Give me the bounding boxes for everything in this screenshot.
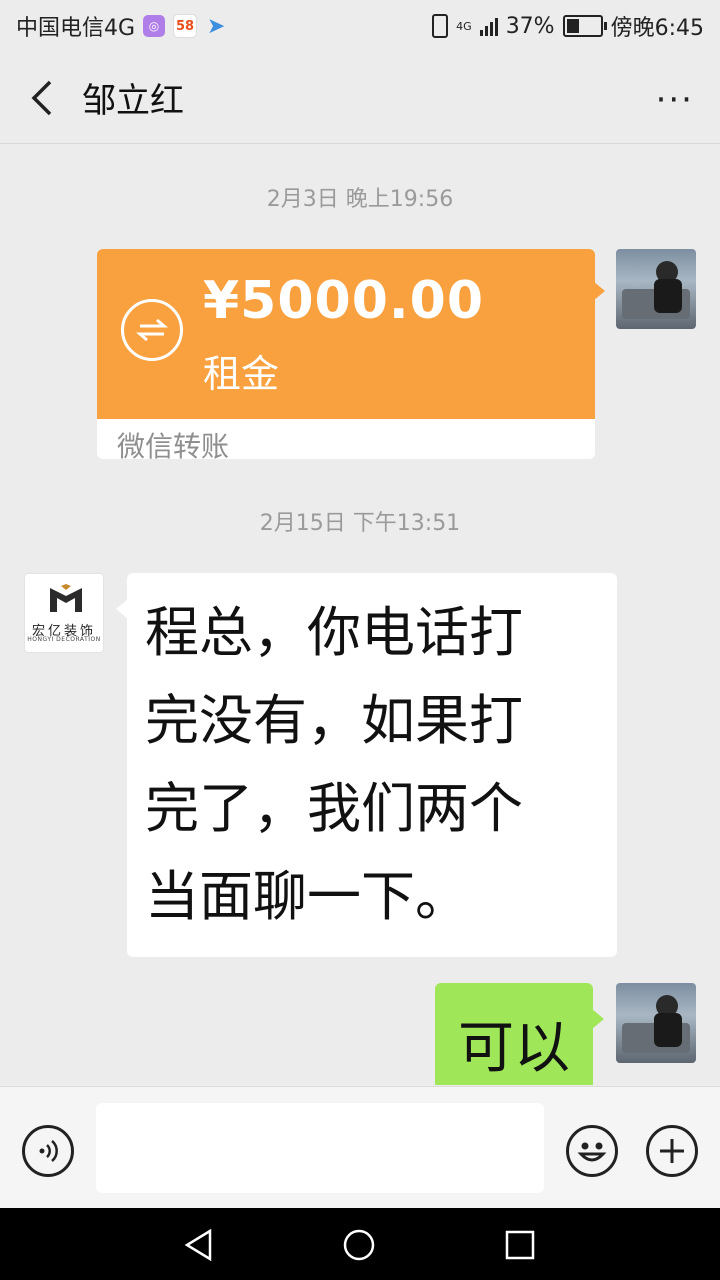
bubble-tail: [593, 281, 605, 301]
nav-back-icon[interactable]: [182, 1228, 216, 1262]
vibrate-icon: [432, 14, 449, 38]
battery-icon: [562, 15, 607, 37]
input-bar: [0, 1086, 720, 1209]
my-avatar[interactable]: [616, 983, 696, 1063]
back-arrow-icon[interactable]: [24, 78, 60, 118]
emoji-icon[interactable]: [566, 1125, 618, 1177]
status-right: 4G 37% 傍晚6:45: [432, 10, 704, 42]
contact-avatar[interactable]: 宏亿装饰 HONGYI DECORATION: [24, 573, 104, 653]
status-bar: 中国电信4G ◎ 58 ➤ 4G 37% 傍晚6:45: [0, 0, 720, 52]
message-line: 完没有，如果打: [145, 689, 523, 752]
more-functions-plus-icon[interactable]: [646, 1125, 698, 1177]
battery-percent: 37%: [505, 13, 555, 39]
message-timestamp: 2月3日 晚上19:56: [266, 187, 454, 212]
message-line: 程总，你电话打: [145, 601, 523, 664]
signal-icon: [479, 16, 498, 36]
message-input[interactable]: [96, 1103, 544, 1193]
logo-text-en: HONGYI DECORATION: [27, 636, 101, 643]
carrier-label: 中国电信4G: [16, 16, 136, 41]
voice-input-icon[interactable]: [22, 1125, 74, 1177]
transfer-exchange-icon: [121, 299, 183, 361]
nav-home-icon[interactable]: [342, 1228, 376, 1262]
avatar-body: [654, 279, 682, 313]
transfer-note: 租金: [203, 352, 280, 396]
message-line: 当面聊一下。: [145, 865, 469, 928]
outgoing-text-message[interactable]: 可以: [435, 983, 604, 1085]
paper-plane-icon: ➤: [206, 13, 226, 39]
chat-history[interactable]: 2月3日 晚上19:56 ¥5000.00 租金 微信转账 2月15日 下午13…: [0, 145, 720, 1085]
message-timestamp: 2月15日 下午13:51: [259, 511, 461, 536]
my-avatar[interactable]: [616, 249, 696, 329]
status-left: 中国电信4G ◎ 58 ➤: [16, 10, 227, 42]
clock: 傍晚6:45: [610, 16, 704, 41]
avatar-body: [654, 1013, 682, 1047]
nav-recent-apps-icon[interactable]: [503, 1228, 537, 1262]
incoming-text-message[interactable]: 程总，你电话打 完没有，如果打 完了，我们两个 当面聊一下。: [116, 573, 617, 957]
app-58-icon: 58: [173, 14, 198, 38]
network-type: 4G: [456, 19, 472, 33]
chat-header: 邹立红 ···: [0, 52, 720, 144]
message-line: 完了，我们两个: [145, 777, 523, 840]
more-options-icon[interactable]: ···: [656, 80, 694, 120]
transfer-service-label: 微信转账: [117, 430, 230, 463]
system-nav-bar: [0, 1208, 720, 1280]
transfer-message[interactable]: ¥5000.00 租金 微信转账: [97, 249, 605, 463]
transfer-amount: ¥5000.00: [203, 271, 485, 331]
contact-name: 邹立红: [82, 81, 184, 121]
hongyi-logo-icon: [50, 584, 82, 612]
app-notification-icon: ◎: [143, 15, 166, 37]
